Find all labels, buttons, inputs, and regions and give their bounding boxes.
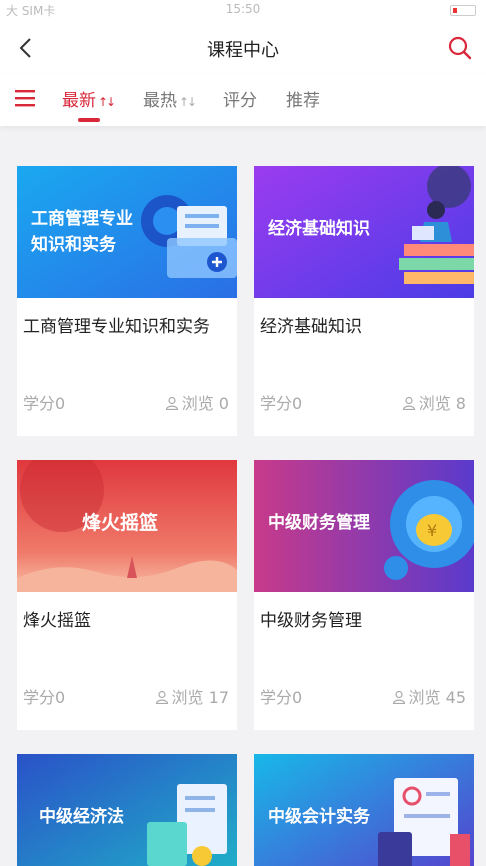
views-count: 浏览 8	[418, 394, 466, 413]
course-card[interactable]: ¥ 中级财务管理 中级财务管理 学分0 浏览 45	[254, 460, 474, 730]
course-name: 中级财务管理	[260, 611, 362, 631]
course-credit: 学分0	[260, 394, 303, 413]
course-name: 工商管理专业知识和实务	[23, 317, 210, 337]
course-thumbnail: 经济基础知识	[254, 166, 474, 298]
status-time: 15:50	[225, 2, 261, 16]
svg-text:¥: ¥	[427, 521, 437, 540]
course-credit: 学分0	[260, 688, 303, 707]
course-views: 浏览 45	[392, 684, 466, 708]
course-banner-text: 工商管理专业 知识和实务	[31, 209, 133, 255]
course-credit: 学分0	[23, 394, 66, 413]
nav-bar: 课程中心	[0, 22, 486, 74]
tab-rating[interactable]: 评分	[223, 86, 257, 111]
course-card[interactable]: 烽火摇篮 烽火摇篮 学分0 浏览 17	[17, 460, 237, 730]
status-bar: 大 SIM卡 15:50	[0, 0, 486, 22]
course-views: 浏览 17	[155, 684, 229, 708]
course-card[interactable]: 中级会计实务	[254, 754, 474, 866]
active-tab-indicator	[78, 118, 100, 122]
sort-icon: ↑↓	[98, 95, 116, 109]
tab-hottest[interactable]: 最热 ↑↓	[143, 86, 197, 111]
person-icon	[392, 690, 405, 704]
course-name: 烽火摇篮	[23, 611, 91, 631]
menu-button[interactable]	[14, 88, 38, 108]
course-thumbnail: 工商管理专业 知识和实务	[17, 166, 237, 298]
sort-icon: ↑↓	[179, 95, 197, 109]
tab-newest[interactable]: 最新 ↑↓	[62, 86, 116, 111]
tab-label: 最新	[62, 91, 96, 111]
course-banner-text: 中级财务管理	[268, 513, 370, 533]
course-banner-text: 中级会计实务	[268, 807, 370, 827]
tab-recommended[interactable]: 推荐	[286, 86, 320, 111]
course-card[interactable]: 经济基础知识 经济基础知识 学分0 浏览 8	[254, 166, 474, 436]
course-banner-text: 烽火摇篮	[82, 512, 159, 534]
tab-bar: 最新 ↑↓ 最热 ↑↓ 评分 推荐	[0, 74, 486, 126]
course-banner-text: 中级经济法	[39, 807, 124, 827]
course-thumbnail: 中级会计实务	[254, 754, 474, 866]
course-name: 经济基础知识	[260, 317, 362, 337]
course-card[interactable]: 工商管理专业 知识和实务 工商管理专业知识和实务 学分0 浏览 0	[17, 166, 237, 436]
course-card[interactable]: 中级经济法	[17, 754, 237, 866]
tab-label: 最热	[143, 91, 177, 111]
views-count: 浏览 45	[408, 688, 466, 707]
hamburger-menu-icon	[15, 90, 35, 107]
views-count: 浏览 0	[181, 394, 229, 413]
course-thumbnail: ¥ 中级财务管理	[254, 460, 474, 592]
search-button[interactable]	[446, 34, 474, 62]
person-icon	[402, 396, 415, 410]
course-credit: 学分0	[23, 688, 66, 707]
course-views: 浏览 8	[402, 390, 466, 414]
search-icon	[448, 36, 472, 60]
course-views: 浏览 0	[165, 390, 229, 414]
person-icon	[155, 690, 168, 704]
person-icon	[165, 396, 178, 410]
views-count: 浏览 17	[171, 688, 229, 707]
course-thumbnail: 烽火摇篮	[17, 460, 237, 592]
battery-icon	[450, 5, 476, 16]
page-title: 课程中心	[207, 40, 279, 61]
course-banner-text: 经济基础知识	[268, 219, 370, 239]
course-thumbnail: 中级经济法	[17, 754, 237, 866]
